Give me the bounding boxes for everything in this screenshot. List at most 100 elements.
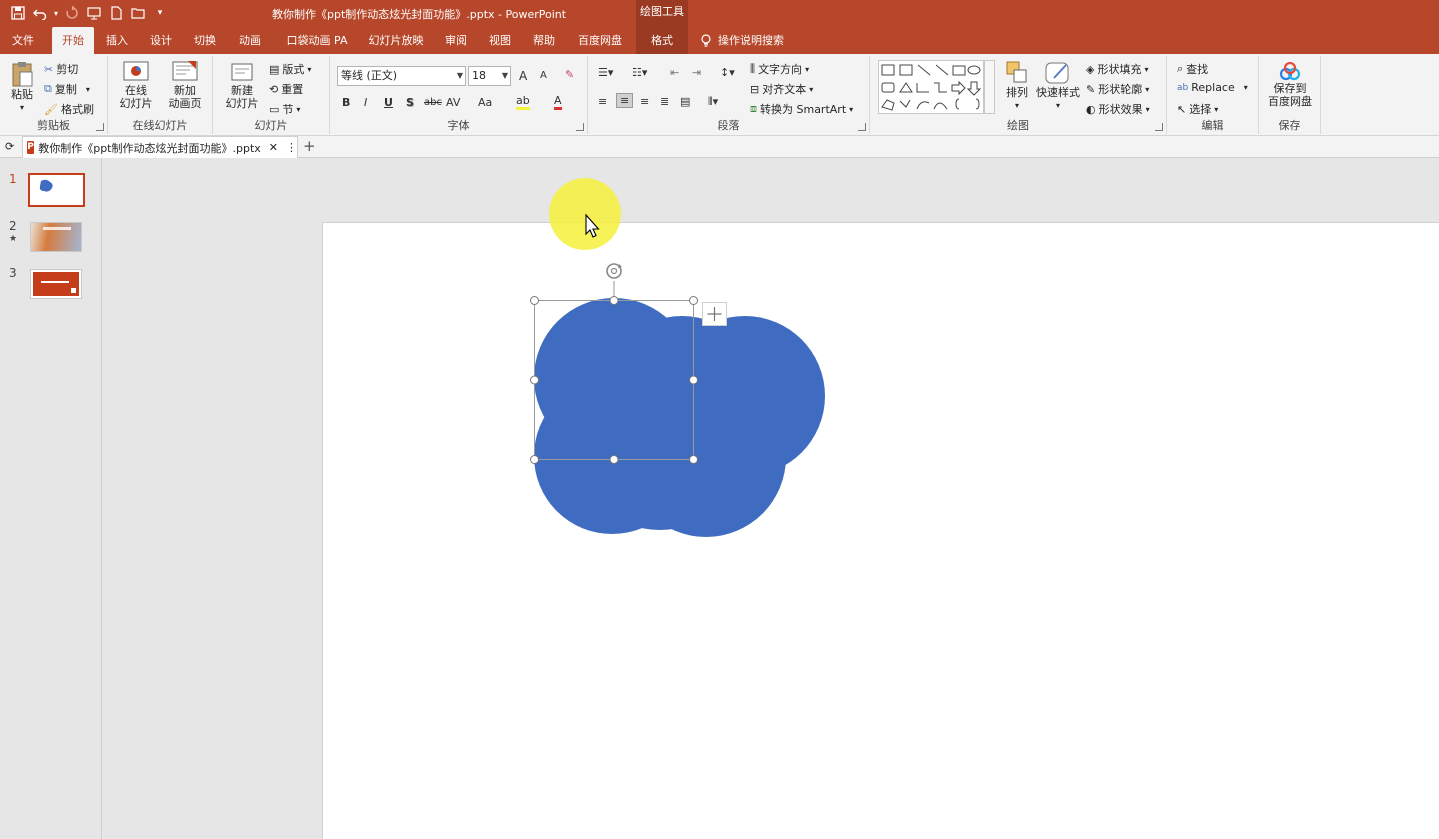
columns-icon[interactable]: ⫴▾ <box>708 95 718 109</box>
tab-file[interactable]: 文件 <box>4 27 42 54</box>
document-tab-bar: ⟳ P 教你制作《ppt制作动态炫光封面功能》.pptx ✕ ⋮ + <box>0 136 1439 158</box>
numbering-icon[interactable]: ☷▾ <box>632 66 647 79</box>
drawing-launcher-icon[interactable] <box>1155 123 1163 131</box>
paragraph-launcher-icon[interactable] <box>858 123 866 131</box>
copy-button[interactable]: ⧉ 复制 ▾ <box>44 81 90 97</box>
tab-pocket-animation[interactable]: 口袋动画 PA <box>283 27 351 54</box>
bold-button[interactable]: B <box>342 96 350 109</box>
tab-help[interactable]: 帮助 <box>527 27 561 54</box>
tab-view[interactable]: 视图 <box>483 27 517 54</box>
tab-insert[interactable]: 插入 <box>100 27 134 54</box>
text-direction-button[interactable]: ⫼ 文字方向 ▾ <box>750 61 809 77</box>
find-label: 查找 <box>1186 63 1209 76</box>
align-center-icon[interactable]: ≡ <box>616 93 634 108</box>
save-icon[interactable] <box>8 4 28 22</box>
format-painter-label: 格式刷 <box>60 103 94 116</box>
clear-formatting-icon[interactable]: ✎ <box>565 68 574 81</box>
close-tab-icon[interactable]: ✕ <box>269 141 278 154</box>
undo-dropdown-icon[interactable]: ▾ <box>52 4 60 22</box>
arrange-button[interactable]: 排列 ▾ <box>1000 60 1034 112</box>
shapes-gallery[interactable] <box>878 60 984 114</box>
increase-indent-icon[interactable]: ⇥ <box>692 66 701 79</box>
underline-button[interactable]: U <box>384 96 393 109</box>
new-tab-icon[interactable]: + <box>303 137 316 155</box>
editing-group-label: 编辑 <box>1201 119 1224 132</box>
tab-baidu-netdisk[interactable]: 百度网盘 <box>573 27 627 54</box>
layout-options-icon[interactable] <box>702 302 727 326</box>
replace-icon: ab <box>1177 82 1189 93</box>
shape-effects-button[interactable]: ◐ 形状效果 ▾ <box>1086 101 1150 117</box>
shapes-gallery-scroll[interactable] <box>984 60 995 114</box>
new-animation-page-button[interactable]: 新加 动画页 <box>163 60 207 110</box>
new-slide-button[interactable]: 新建 幻灯片 <box>219 60 265 110</box>
reset-button[interactable]: ⟲ 重置 <box>269 81 303 97</box>
bullets-icon[interactable]: ☰▾ <box>598 66 613 79</box>
highlight-color-icon[interactable]: ab <box>516 94 530 110</box>
tab-transitions[interactable]: 切换 <box>188 27 222 54</box>
tell-me-search[interactable]: 操作说明搜索 <box>700 27 800 54</box>
thumbnail-number: 1 <box>9 172 17 186</box>
context-tool-title: 绘图工具 <box>636 0 688 27</box>
slide-canvas[interactable] <box>322 222 1439 839</box>
select-button[interactable]: ↖ 选择 ▾ <box>1177 101 1218 117</box>
convert-smartart-button[interactable]: ⧈ 转换为 SmartArt ▾ <box>750 101 853 117</box>
font-launcher-icon[interactable] <box>576 123 584 131</box>
start-slideshow-icon[interactable] <box>84 4 104 22</box>
quick-styles-button[interactable]: 快速样式 ▾ <box>1036 60 1080 112</box>
section-button[interactable]: ▭ 节 ▾ <box>269 101 300 117</box>
align-right-icon[interactable]: ≡ <box>640 95 649 108</box>
smartart-icon: ⧈ <box>750 102 757 115</box>
document-tab[interactable]: P 教你制作《ppt制作动态炫光封面功能》.pptx ✕ ⋮ <box>22 136 298 158</box>
find-button[interactable]: ⌕ 查找 <box>1177 61 1208 77</box>
layout-button[interactable]: ▤ 版式 ▾ <box>269 61 311 77</box>
save-to-netdisk-button[interactable]: 保存到 百度网盘 <box>1265 62 1315 108</box>
cut-button[interactable]: ✂ 剪切 <box>44 61 78 77</box>
font-color-button[interactable]: A <box>554 94 562 110</box>
format-painter-button[interactable]: 🖌 格式刷 <box>44 101 94 117</box>
italic-button[interactable]: I <box>364 96 367 109</box>
title-bar: ▾ ▾ 教你制作《ppt制作动态炫光封面功能》.pptx - PowerPoin… <box>0 0 1439 27</box>
align-text-button[interactable]: ⊟ 对齐文本 ▾ <box>750 81 813 97</box>
character-spacing-button[interactable]: AV <box>446 96 460 109</box>
shadow-button[interactable]: S <box>406 96 414 109</box>
line-spacing-icon[interactable]: ↕▾ <box>720 66 735 79</box>
cut-label: 剪切 <box>56 63 79 76</box>
strikethrough-button[interactable]: abc <box>424 97 442 108</box>
shrink-font-button[interactable]: A <box>540 70 547 81</box>
distributed-icon[interactable]: ▤ <box>680 95 690 108</box>
tab-design[interactable]: 设计 <box>144 27 178 54</box>
decrease-indent-icon[interactable]: ⇤ <box>670 66 679 79</box>
shape-outline-button[interactable]: ✎ 形状轮廓 ▾ <box>1086 81 1149 97</box>
align-text-icon: ⊟ <box>750 82 760 96</box>
tab-menu-icon[interactable]: ⋮ <box>286 141 297 154</box>
font-name-combo[interactable]: 等线 (正文) ▼ <box>337 66 466 86</box>
redo-icon[interactable] <box>62 4 82 22</box>
align-left-icon[interactable]: ≡ <box>598 95 607 108</box>
change-case-button[interactable]: Aa <box>478 96 492 109</box>
paragraph-group-label: 段落 <box>717 119 740 132</box>
tab-animations[interactable]: 动画 <box>233 27 267 54</box>
tab-slideshow[interactable]: 幻灯片放映 <box>366 27 426 54</box>
slide-thumbnail-1[interactable] <box>28 173 85 207</box>
justify-icon[interactable]: ≣ <box>660 95 669 108</box>
paste-button[interactable]: 粘贴 ▾ <box>8 60 36 114</box>
tab-home[interactable]: 开始 <box>52 27 94 54</box>
tab-history-icon[interactable]: ⟳ <box>5 140 14 153</box>
replace-button[interactable]: ab Replace ▾ <box>1177 81 1248 94</box>
undo-icon[interactable] <box>30 4 50 22</box>
shape-fill-button[interactable]: ◈ 形状填充 ▾ <box>1086 61 1148 77</box>
new-file-icon[interactable] <box>106 4 126 22</box>
grow-font-button[interactable]: A <box>519 69 527 83</box>
customize-qat-icon[interactable]: ▾ <box>150 4 170 22</box>
slide-thumbnail-2[interactable] <box>30 222 82 252</box>
tab-format[interactable]: 格式 <box>636 27 688 54</box>
slide-thumbnail-pane: 1 2 ★ 3 <box>0 158 102 839</box>
clipboard-launcher-icon[interactable] <box>96 123 104 131</box>
font-size-combo[interactable]: 18 ▼ <box>468 66 511 86</box>
online-slides-button[interactable]: 在线 幻灯片 <box>116 60 156 110</box>
text-direction-label: 文字方向 <box>758 63 803 76</box>
tab-review[interactable]: 审阅 <box>439 27 473 54</box>
scissors-icon: ✂ <box>44 62 54 76</box>
slide-thumbnail-3[interactable] <box>30 269 82 299</box>
open-folder-icon[interactable] <box>128 4 148 22</box>
